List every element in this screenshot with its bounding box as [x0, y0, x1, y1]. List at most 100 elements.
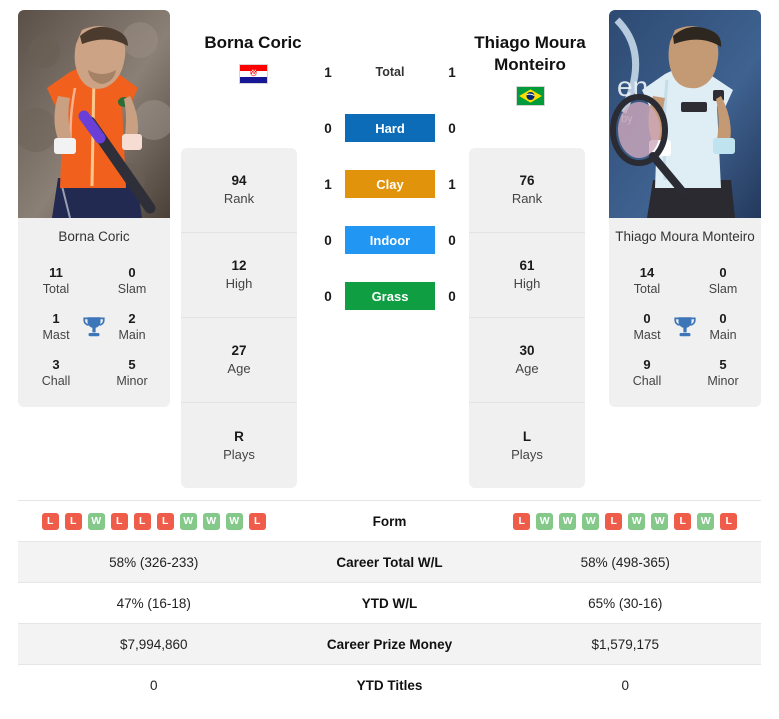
h2h-right-score: 0	[448, 232, 456, 248]
h2h-row-clay: 1 Clay 1	[300, 170, 480, 198]
stat-value: 12	[231, 258, 247, 273]
titles-slam-right: 0 Slam	[685, 259, 761, 303]
stat-rank-left: 94 Rank	[181, 148, 297, 233]
form-badge-win: W	[697, 512, 715, 530]
titles-chall-value-right: 9	[643, 357, 651, 372]
titles-grid-left: 11 Total 0 Slam 1 Mast 2 Main 3 Chall 5 …	[18, 259, 170, 395]
row-label-career-wl: Career Total W/L	[336, 554, 443, 570]
stat-label: High	[513, 276, 541, 291]
form-badge-win: W	[628, 512, 646, 530]
titles-chall-right: 9 Chall	[609, 351, 685, 395]
comparison-table: LLWLLLWWWL Form LWWWLWWLWL 58% (326-233)…	[18, 500, 761, 705]
player-card-name-right: Thiago Moura Monteiro	[615, 229, 755, 244]
h2h-row-hard: 0 Hard 0	[300, 114, 480, 142]
titles-total-left: 11 Total	[18, 259, 94, 303]
h2h-surface-label-grass[interactable]: Grass	[345, 282, 435, 310]
stat-value: R	[234, 428, 244, 444]
form-badge-loss: L	[64, 512, 82, 530]
row-value-left: 58% (326-233)	[109, 554, 199, 570]
h2h-surface-label-hard[interactable]: Hard	[345, 114, 435, 142]
row-value-right: $1,579,175	[591, 636, 660, 652]
stat-value: L	[522, 428, 532, 444]
titles-total-label-right: Total	[633, 282, 661, 296]
stat-value: 30	[519, 343, 535, 358]
player-card-left: Borna Coric 11 Total 0 Slam 1 Mast 2 Mai…	[18, 10, 170, 407]
table-row-career-wl: 58% (326-233) Career Total W/L 58% (498-…	[18, 541, 761, 582]
titles-total-value-right: 14	[639, 265, 655, 280]
stat-age-left: 27 Age	[181, 318, 297, 403]
table-row-ytd-wl: 47% (16-18) YTD W/L 65% (30-16)	[18, 582, 761, 623]
player-titles-card-left: Borna Coric 11 Total 0 Slam 1 Mast 2 Mai…	[18, 218, 170, 407]
stat-label: Plays	[223, 446, 255, 462]
row-value-left: 47% (16-18)	[116, 595, 191, 611]
stat-rank-right: 76 Rank	[469, 148, 585, 233]
stat-value: 61	[519, 258, 535, 273]
stat-value: 76	[519, 173, 535, 188]
h2h-left-score: 0	[324, 232, 332, 248]
row-value-left: $7,994,860	[119, 636, 188, 652]
stat-high-left: 12 High	[181, 233, 297, 318]
trophy-icon	[672, 314, 698, 340]
titles-minor-left: 5 Minor	[94, 351, 170, 395]
row-value-left: 0	[149, 677, 158, 693]
titles-grid-right: 14 Total 0 Slam 0 Mast 0 Main 9 Chall 5 …	[609, 259, 761, 395]
form-badges-right: LWWWLWWLWL	[490, 512, 762, 530]
brazil-flag-icon	[515, 86, 545, 106]
stat-plays-left: R Plays	[181, 403, 297, 488]
row-label-ytd-titles: YTD Titles	[356, 677, 423, 693]
stat-value: 94	[231, 173, 247, 188]
h2h-surface-label-indoor[interactable]: Indoor	[345, 226, 435, 254]
h2h-surface-label-clay[interactable]: Clay	[345, 170, 435, 198]
titles-slam-value-right: 0	[719, 265, 727, 280]
form-badge-win: W	[87, 512, 105, 530]
form-badge-loss: L	[248, 512, 266, 530]
h2h-row-indoor: 0 Indoor 0	[300, 226, 480, 254]
form-badge-win: W	[202, 512, 220, 530]
player-titles-card-right: Thiago Moura Monteiro 14 Total 0 Slam 0 …	[609, 218, 761, 407]
titles-minor-label-right: Minor	[707, 374, 739, 388]
h2h-row-grass: 0 Grass 0	[300, 282, 480, 310]
titles-minor-value-right: 5	[719, 357, 727, 372]
form-badge-loss: L	[156, 512, 174, 530]
row-value-right: 65% (30-16)	[588, 595, 663, 611]
form-badge-loss: L	[41, 512, 59, 530]
row-value-right: 0	[621, 677, 629, 693]
player-photo-left	[18, 10, 170, 218]
form-badge-loss: L	[110, 512, 128, 530]
form-badge-win: W	[536, 512, 554, 530]
h2h-row-total: 1 Total 1	[300, 58, 480, 86]
croatia-flag-icon	[238, 64, 268, 84]
h2h-right-score: 0	[448, 120, 456, 136]
player-stats-column-left: 94 Rank 12 High 27 Age R Plays	[181, 148, 297, 488]
page-title-left: Borna Coric	[204, 33, 302, 52]
player-card-name-left: Borna Coric	[58, 229, 130, 244]
titles-slam-label-left: Slam	[117, 282, 147, 296]
form-badge-win: W	[225, 512, 243, 530]
table-row-prize-money: $7,994,860 Career Prize Money $1,579,175	[18, 623, 761, 664]
trophy-icon	[81, 314, 107, 340]
form-badge-loss: L	[133, 512, 151, 530]
h2h-right-score: 1	[448, 64, 456, 80]
stat-label: Rank	[223, 191, 255, 206]
h2h-left-score: 1	[324, 64, 332, 80]
table-row-ytd-titles: 0 YTD Titles 0	[18, 664, 761, 705]
stat-label: Plays	[511, 446, 543, 462]
titles-minor-label-left: Minor	[116, 374, 148, 388]
titles-slam-value-left: 0	[128, 265, 136, 280]
comparison-header: Borna Coric 11 Total 0 Slam 1 Mast 2 Mai…	[0, 0, 779, 492]
stat-label: Rank	[511, 191, 543, 206]
form-badge-loss: L	[674, 512, 692, 530]
head-to-head-surfaces: 1 Total 1 0 Hard 0 1 Clay 1 0 Indoor 0 0	[300, 58, 480, 310]
titles-total-label-left: Total	[42, 282, 70, 296]
form-badge-loss: L	[605, 512, 623, 530]
player-stats-column-right: 76 Rank 61 High 30 Age L Plays	[469, 148, 585, 488]
titles-chall-label-left: Chall	[41, 374, 71, 388]
form-badge-loss: L	[513, 512, 531, 530]
titles-total-value-left: 11	[49, 265, 63, 280]
h2h-right-score: 1	[448, 176, 456, 192]
h2h-left-score: 0	[324, 120, 332, 136]
h2h-left-score: 0	[324, 288, 332, 304]
row-value-right: 58% (498-365)	[580, 554, 670, 570]
titles-chall-label-right: Chall	[632, 374, 662, 388]
table-row-form: LLWLLLWWWL Form LWWWLWWLWL	[18, 500, 761, 541]
